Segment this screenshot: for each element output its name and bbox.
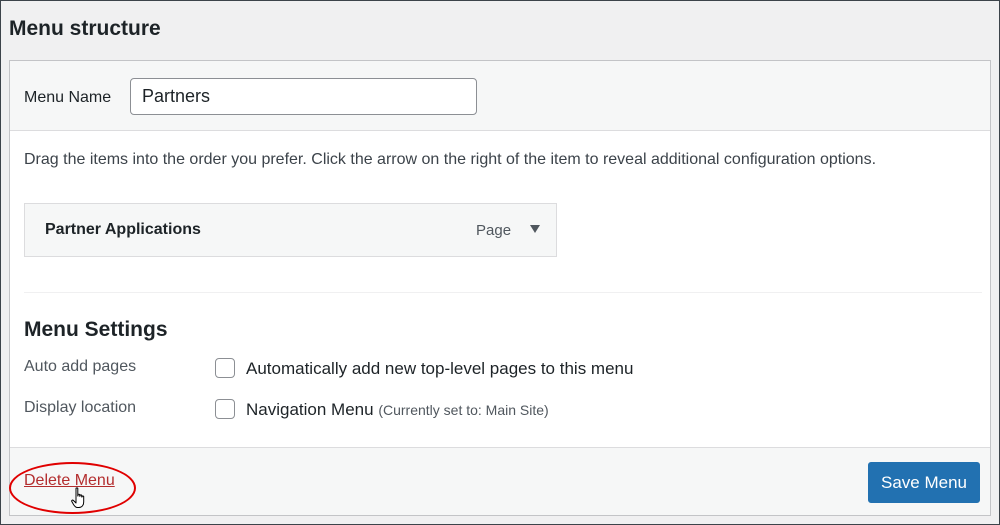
navigation-menu-label: Navigation Menu — [246, 400, 374, 419]
auto-add-pages-label: Auto add pages — [24, 358, 137, 375]
current-location-note: (Currently set to: Main Site) — [378, 402, 549, 418]
save-menu-button[interactable]: Save Menu — [868, 462, 980, 503]
auto-add-pages-checkbox-label: Automatically add new top-level pages to… — [246, 359, 634, 378]
menu-settings-title: Menu Settings — [24, 318, 168, 341]
navigation-menu-checkbox[interactable] — [215, 399, 235, 419]
hand-pointer-icon — [71, 487, 85, 508]
menu-footer: Delete Menu Save Menu — [9, 447, 990, 515]
menu-item-title: Partner Applications — [45, 221, 201, 238]
divider — [24, 292, 982, 293]
navigation-menu-checkbox-label: Navigation Menu (Currently set to: Main … — [246, 400, 549, 420]
menu-name-bar: Menu Name — [10, 61, 990, 131]
display-location-label: Display location — [24, 399, 137, 416]
menu-name-label: Menu Name — [24, 89, 112, 106]
auto-add-pages-checkbox[interactable] — [215, 358, 235, 378]
menu-name-input[interactable] — [130, 78, 477, 115]
menu-item[interactable]: Partner Applications Page — [24, 203, 557, 257]
section-title: Menu structure — [9, 17, 161, 40]
menu-structure-panel: Menu Name Drag the items into the order … — [9, 60, 991, 516]
screenshot-frame: Menu structure Menu Name Drag the items … — [0, 0, 1000, 525]
triangle-down-icon[interactable] — [529, 224, 541, 234]
menu-item-type: Page — [476, 222, 512, 239]
drag-instructions: Drag the items into the order you prefer… — [24, 151, 877, 168]
